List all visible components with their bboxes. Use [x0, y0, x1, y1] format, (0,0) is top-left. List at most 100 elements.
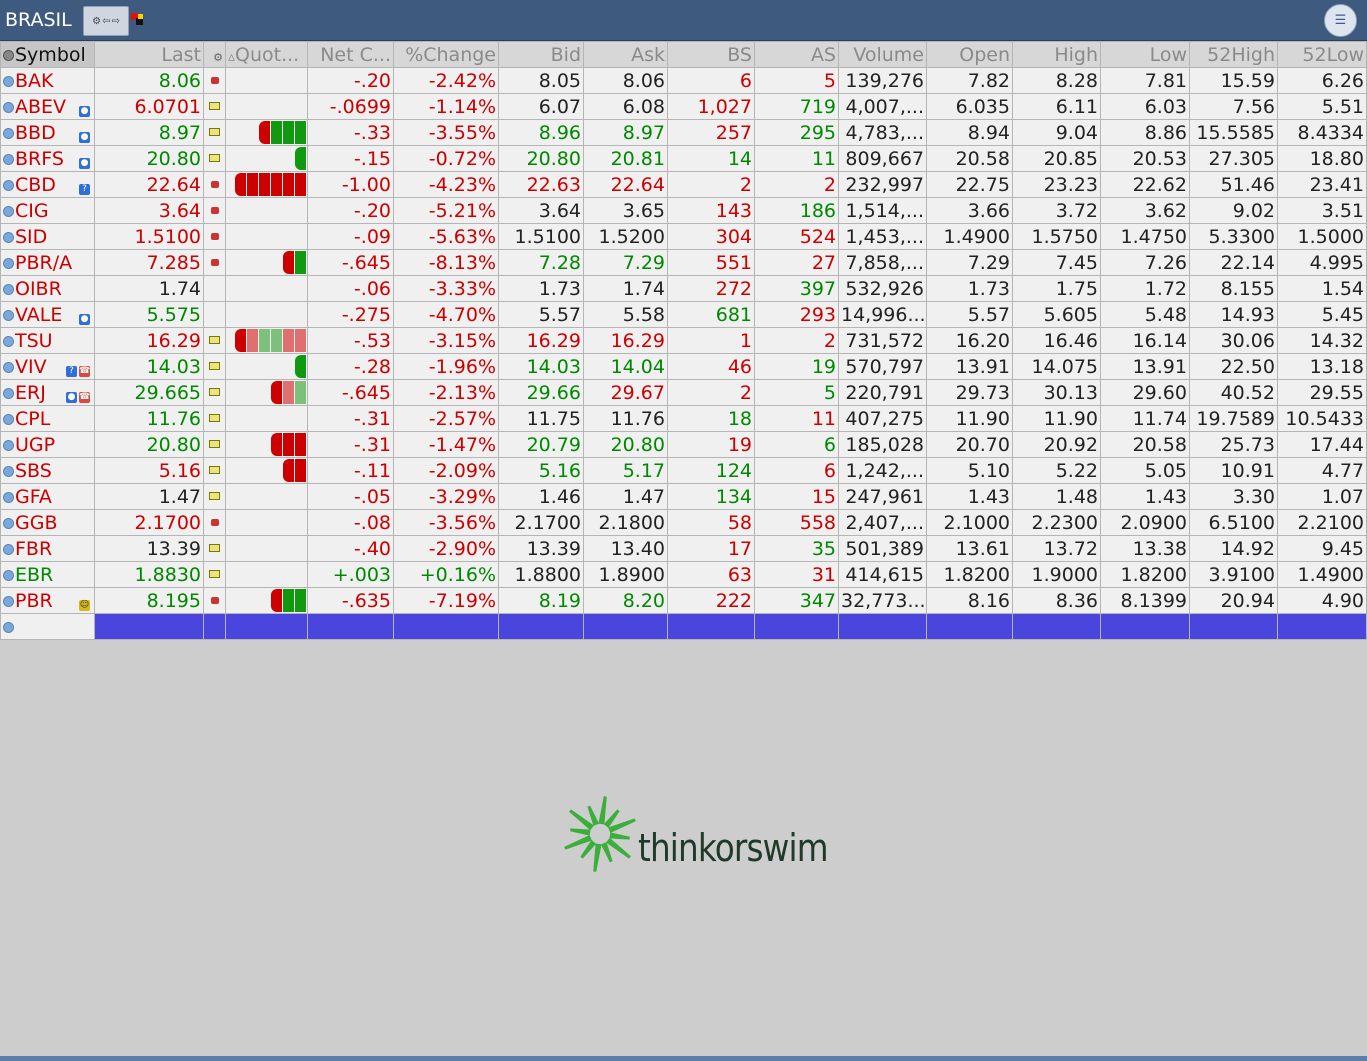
last-cell[interactable]: 3.64 [94, 197, 204, 224]
empty-cell[interactable] [393, 613, 499, 640]
column-header-12[interactable]: High [1012, 41, 1101, 68]
volume-cell[interactable]: 185,028 [838, 431, 927, 458]
volume-cell[interactable]: 809,667 [838, 145, 927, 172]
net-change-cell[interactable]: -.05 [307, 483, 394, 510]
ask-size-cell[interactable]: 186 [754, 197, 839, 224]
quote-trend-cell[interactable] [225, 353, 308, 380]
empty-cell[interactable] [1189, 613, 1278, 640]
net-change-cell[interactable]: -.40 [307, 535, 394, 562]
ask-size-cell[interactable]: 2 [754, 327, 839, 354]
last-cell[interactable]: 20.80 [94, 145, 204, 172]
bid-size-cell[interactable]: 18 [667, 405, 755, 432]
table-row[interactable]: ABEV ● 6.0701 -.0699 -1.14% 6.07 6.08 1,027 719 4… [0, 93, 1367, 120]
ask-size-cell[interactable]: 397 [754, 275, 839, 302]
quote-trend-cell[interactable] [225, 249, 308, 276]
bid-size-cell[interactable]: 58 [667, 509, 755, 536]
open-cell[interactable]: 13.61 [926, 535, 1013, 562]
open-cell[interactable]: 8.94 [926, 119, 1013, 146]
volume-cell[interactable]: 532,926 [838, 275, 927, 302]
quote-trend-cell[interactable] [225, 457, 308, 484]
ask-size-cell[interactable]: 558 [754, 509, 839, 536]
table-row[interactable]: UGP 20.80 -.31 -1.47% 20.79 20.80 19 6 185,028 20… [0, 431, 1367, 458]
table-row[interactable]: GFA 1.47 -.05 -3.29% 1.46 1.47 134 15 247,961 1.4… [0, 483, 1367, 510]
open-cell[interactable]: 20.70 [926, 431, 1013, 458]
net-change-cell[interactable]: -.15 [307, 145, 394, 172]
bid-cell[interactable]: 13.39 [498, 535, 584, 562]
column-header-8[interactable]: BS [667, 41, 755, 68]
quote-trend-cell[interactable] [225, 119, 308, 146]
symbol-cell[interactable]: BBD ● [0, 119, 95, 146]
open-cell[interactable]: 13.91 [926, 353, 1013, 380]
quote-trend-cell[interactable] [225, 535, 308, 562]
rating-cell[interactable] [203, 301, 226, 328]
net-change-cell[interactable]: -.20 [307, 67, 394, 94]
percent-change-cell[interactable]: -4.23% [393, 171, 499, 198]
low-cell[interactable]: 8.1399 [1100, 587, 1190, 614]
low52-cell[interactable]: 1.07 [1277, 483, 1367, 510]
high-cell[interactable]: 23.23 [1012, 171, 1101, 198]
table-row[interactable]: BBD ● 8.97 -.33 -3.55% 8.96 8.97 257 295 4,783,..… [0, 119, 1367, 146]
percent-change-cell[interactable]: -0.72% [393, 145, 499, 172]
column-header-1[interactable]: Last [94, 41, 204, 68]
quote-trend-cell[interactable] [225, 587, 308, 614]
low52-cell[interactable]: 23.41 [1277, 171, 1367, 198]
high52-cell[interactable]: 5.3300 [1189, 223, 1278, 250]
low52-cell[interactable]: 1.4900 [1277, 561, 1367, 588]
low-cell[interactable]: 1.43 [1100, 483, 1190, 510]
symbol-cell[interactable]: ABEV ● [0, 93, 95, 120]
low52-cell[interactable]: 3.51 [1277, 197, 1367, 224]
empty-cell[interactable] [583, 613, 668, 640]
column-header-5[interactable]: %Change [393, 41, 499, 68]
percent-change-cell[interactable]: -3.56% [393, 509, 499, 536]
ask-cell[interactable]: 11.76 [583, 405, 668, 432]
table-row[interactable]: CBD? 22.64 -1.00 -4.23% 22.63 22.64 2 2 232,997 2… [0, 171, 1367, 198]
low52-cell[interactable]: 4.90 [1277, 587, 1367, 614]
bid-cell[interactable]: 6.07 [498, 93, 584, 120]
high-cell[interactable]: 8.36 [1012, 587, 1101, 614]
arrow-right-icon[interactable]: ⇨ [111, 16, 119, 27]
bid-cell[interactable]: 2.1700 [498, 509, 584, 536]
quote-trend-cell[interactable] [225, 379, 308, 406]
rating-cell[interactable] [203, 483, 226, 510]
bid-size-cell[interactable]: 6 [667, 67, 755, 94]
net-change-cell[interactable]: -.275 [307, 301, 394, 328]
person-icon[interactable]: ☺ [79, 600, 90, 611]
high-cell[interactable]: 11.90 [1012, 405, 1101, 432]
low52-cell[interactable]: 4.77 [1277, 457, 1367, 484]
watchlist-title[interactable]: BRASIL [5, 9, 72, 31]
empty-cell[interactable] [225, 613, 308, 640]
low-cell[interactable]: 20.53 [1100, 145, 1190, 172]
last-cell[interactable]: 8.06 [94, 67, 204, 94]
ask-cell[interactable]: 8.97 [583, 119, 668, 146]
percent-change-cell[interactable]: -1.47% [393, 431, 499, 458]
high-cell[interactable]: 5.22 [1012, 457, 1101, 484]
bid-size-cell[interactable]: 14 [667, 145, 755, 172]
last-cell[interactable]: 5.575 [94, 301, 204, 328]
rating-cell[interactable] [203, 119, 226, 146]
ask-cell[interactable]: 1.47 [583, 483, 668, 510]
high52-cell[interactable]: 10.91 [1189, 457, 1278, 484]
high-cell[interactable]: 13.72 [1012, 535, 1101, 562]
open-cell[interactable]: 5.10 [926, 457, 1013, 484]
watchlist-tools[interactable]: ⚙ ⇦ ⇨ [83, 6, 129, 36]
low-cell[interactable]: 16.14 [1100, 327, 1190, 354]
symbol-cell[interactable]: GGB [0, 509, 95, 536]
low52-cell[interactable]: 18.80 [1277, 145, 1367, 172]
column-header-11[interactable]: Open [926, 41, 1013, 68]
low-cell[interactable]: 29.60 [1100, 379, 1190, 406]
table-row[interactable]: EBR 1.8830 +.003 +0.16% 1.8800 1.8900 63 31 414,… [0, 561, 1367, 588]
table-row[interactable]: TSU 16.29 -.53 -3.15% 16.29 16.29 1 2 731,572 16.… [0, 327, 1367, 354]
volume-cell[interactable]: 1,453,... [838, 223, 927, 250]
ask-size-cell[interactable]: 11 [754, 145, 839, 172]
info-icon[interactable]: ● [79, 106, 90, 117]
percent-change-cell[interactable]: -2.90% [393, 535, 499, 562]
column-header-10[interactable]: Volume [838, 41, 927, 68]
bid-cell[interactable]: 22.63 [498, 171, 584, 198]
high-cell[interactable]: 3.72 [1012, 197, 1101, 224]
ask-size-cell[interactable]: 347 [754, 587, 839, 614]
bid-cell[interactable]: 20.80 [498, 145, 584, 172]
rating-cell[interactable] [203, 561, 226, 588]
high-cell[interactable]: 1.48 [1012, 483, 1101, 510]
symbol-cell[interactable]: BAK [0, 67, 95, 94]
ask-cell[interactable]: 2.1800 [583, 509, 668, 536]
